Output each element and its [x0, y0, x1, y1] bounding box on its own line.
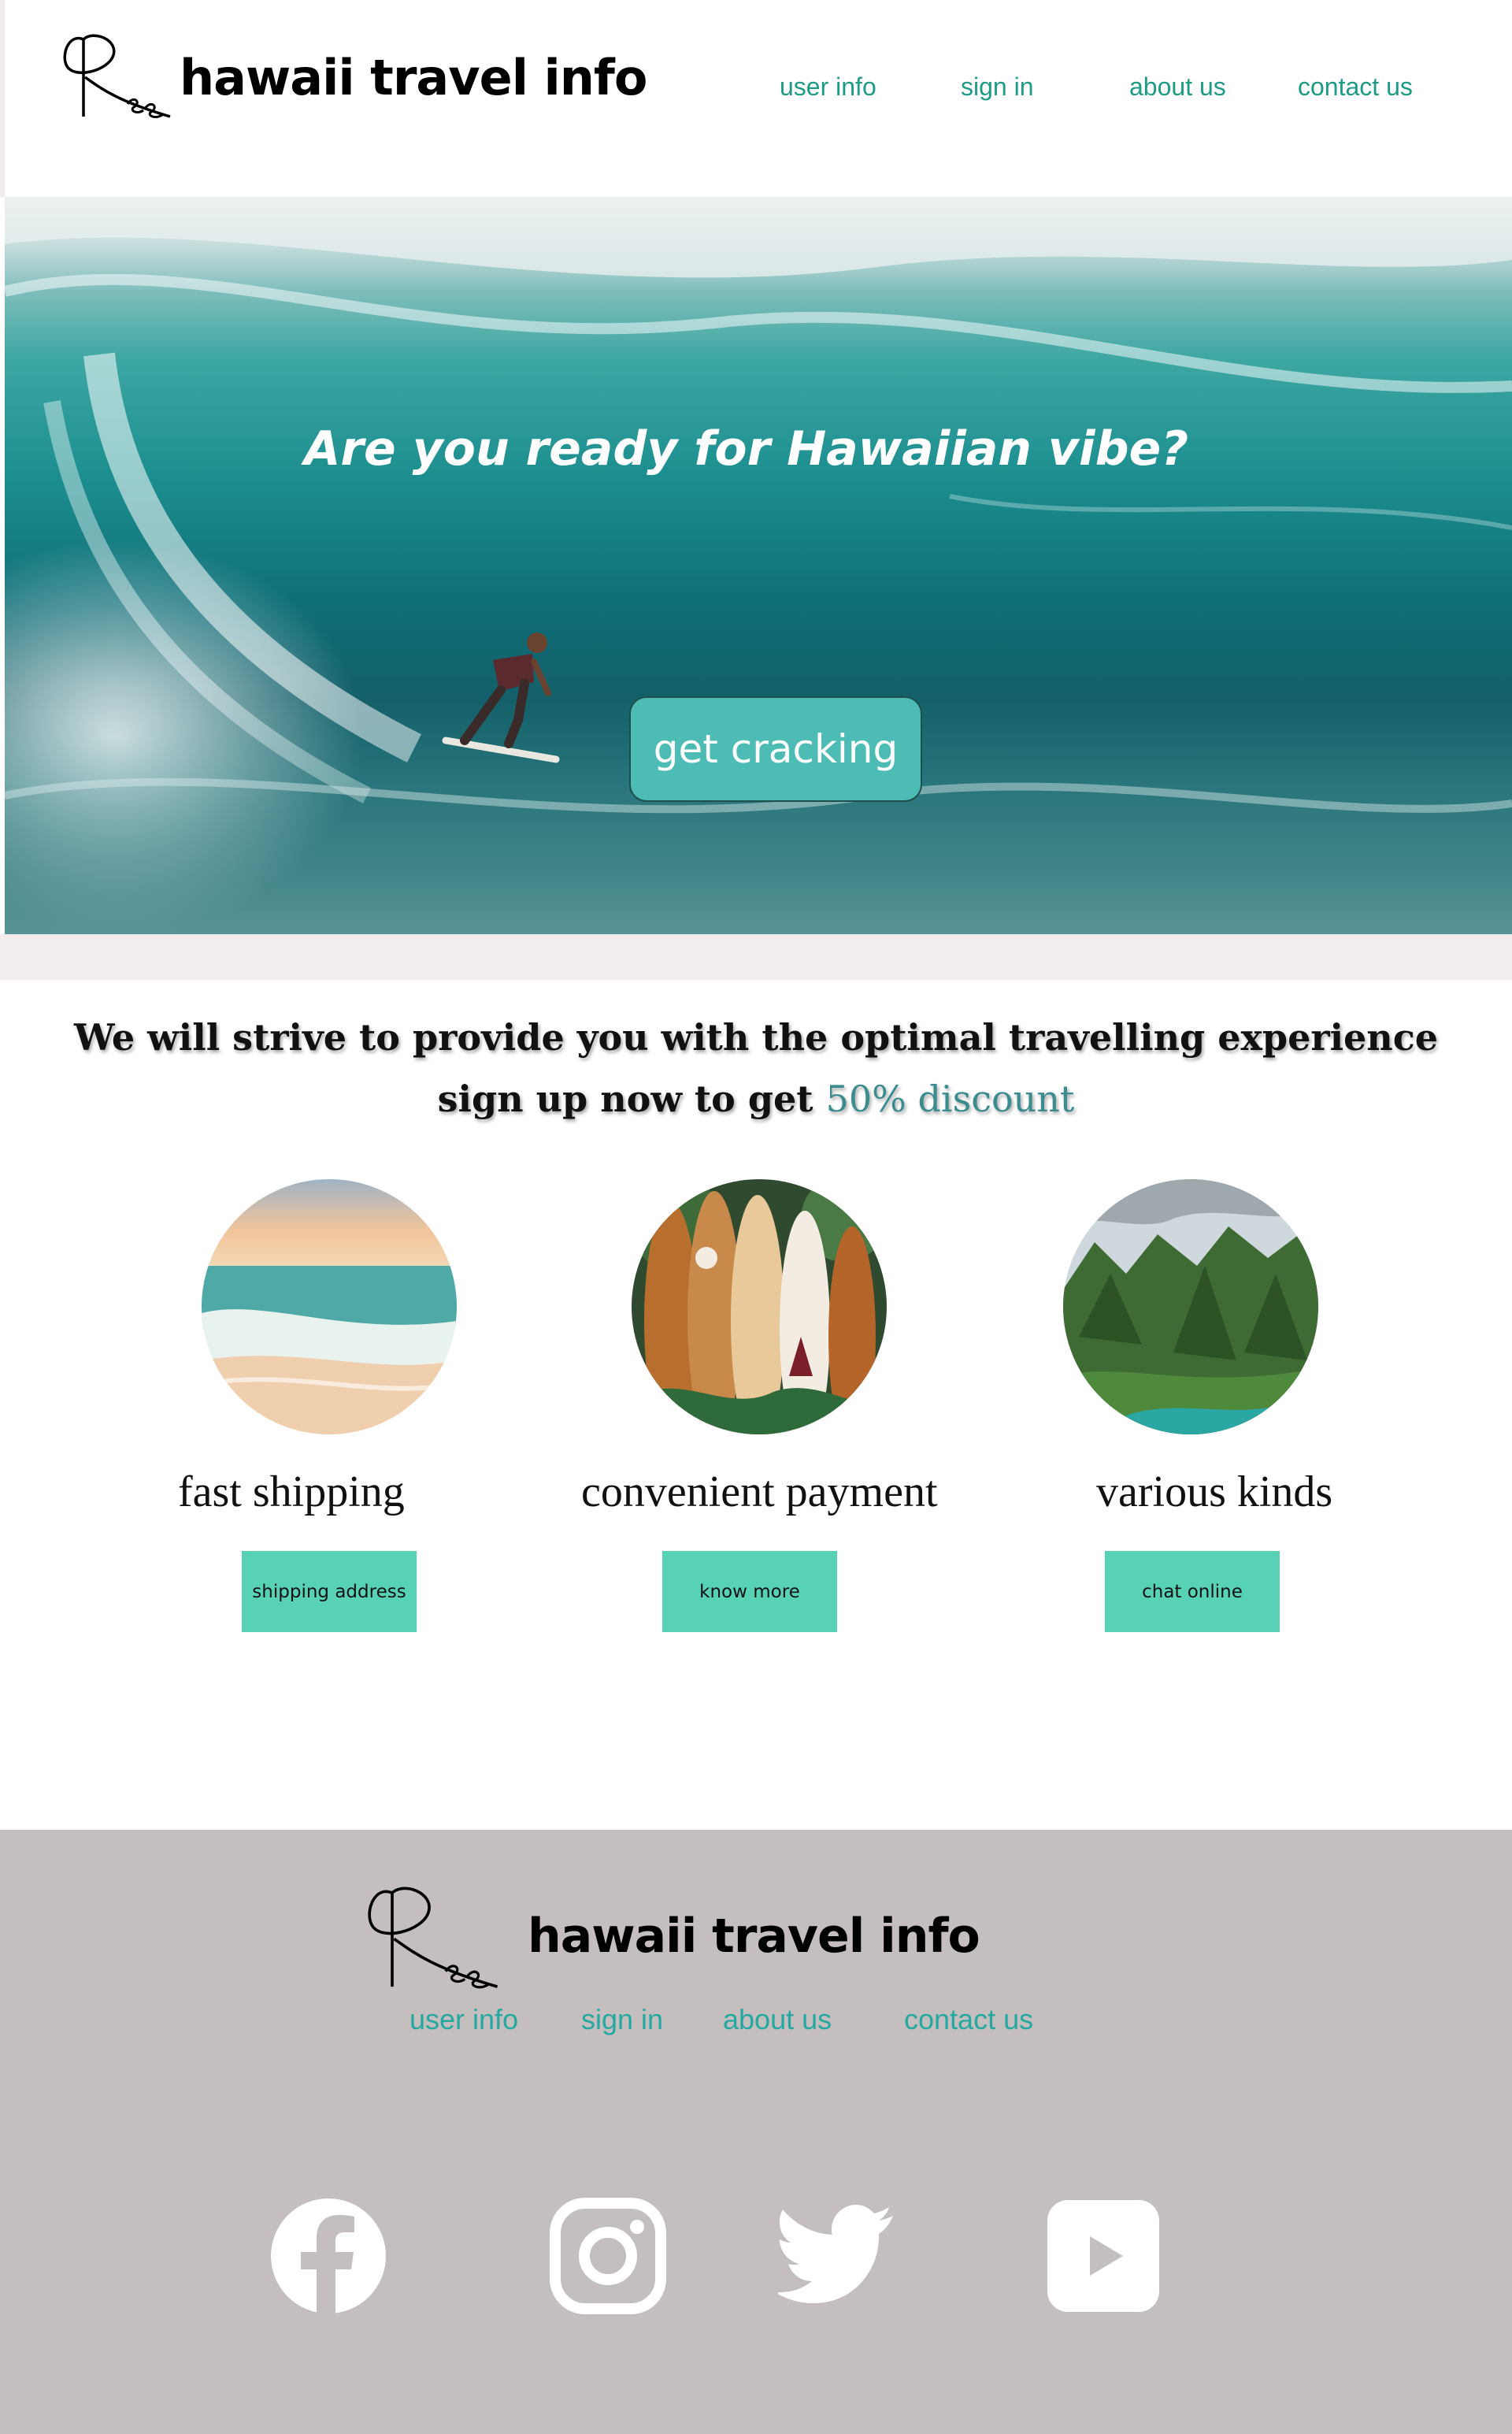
beach-sunset-image — [202, 1179, 457, 1434]
ree-logo-icon[interactable] — [61, 28, 172, 123]
nav-sign-in[interactable]: sign in — [961, 72, 1034, 102]
hero-divider — [0, 934, 1512, 980]
feature-title-various-kinds: various kinds — [1096, 1467, 1333, 1516]
know-more-button[interactable]: know more — [662, 1551, 837, 1632]
site-header: hawaii travel info user info sign in abo… — [0, 0, 1512, 197]
facebook-icon[interactable] — [269, 2197, 387, 2315]
nav-about-us[interactable]: about us — [1129, 72, 1226, 102]
footer-nav-user-info[interactable]: user info — [410, 2003, 518, 2036]
footer-title: hawaii travel info — [528, 1909, 980, 1964]
twitter-icon[interactable] — [778, 2197, 896, 2315]
discount-highlight: 50% discount — [825, 1078, 1075, 1120]
tagline-line-2: sign up now to get 50% discount — [0, 1068, 1512, 1130]
surfer-wave-image — [5, 197, 1512, 934]
green-mountains-image — [1063, 1179, 1318, 1434]
hero-banner: Are you ready for Hawaiian vibe? get cra… — [5, 197, 1512, 934]
tagline-line-1: We will strive to provide you with the o… — [73, 1016, 1439, 1059]
shipping-address-button[interactable]: shipping address — [242, 1551, 417, 1632]
footer-nav-sign-in[interactable]: sign in — [581, 2003, 663, 2036]
footer-nav-about-us[interactable]: about us — [723, 2003, 832, 2036]
hero-heading: Are you ready for Hawaiian vibe? — [304, 421, 1189, 477]
youtube-icon[interactable] — [1044, 2197, 1162, 2315]
feature-title-convenient-payment: convenient payment — [581, 1467, 938, 1516]
nav-contact-us[interactable]: contact us — [1298, 72, 1413, 102]
site-title: hawaii travel info — [180, 49, 647, 106]
tagline: We will strive to provide you with the o… — [0, 1007, 1512, 1130]
site-footer: hawaii travel info user info sign in abo… — [0, 1830, 1512, 2434]
footer-ree-logo-icon[interactable] — [365, 1874, 499, 2000]
header-left-strip — [0, 0, 5, 197]
feature-title-fast-shipping: fast shipping — [178, 1467, 405, 1516]
chat-online-button[interactable]: chat online — [1105, 1551, 1280, 1632]
get-cracking-button[interactable]: get cracking — [629, 696, 922, 802]
surfboards-image — [632, 1179, 887, 1434]
tagline-prefix: sign up now to get — [437, 1078, 826, 1120]
footer-nav-contact-us[interactable]: contact us — [904, 2003, 1033, 2036]
nav-user-info[interactable]: user info — [780, 72, 876, 102]
instagram-icon[interactable] — [549, 2197, 667, 2315]
